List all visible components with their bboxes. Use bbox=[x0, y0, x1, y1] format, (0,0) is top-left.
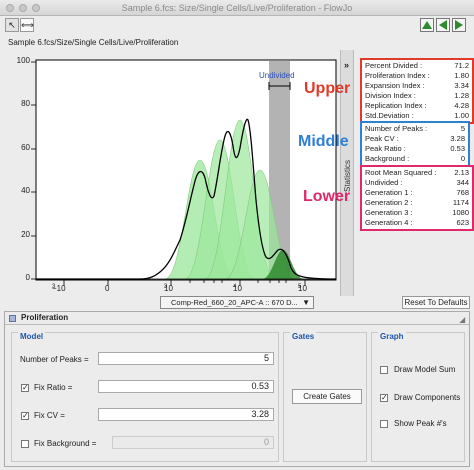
window-titlebar: Sample 6.fcs: Size/Single Cells/Live/Pro… bbox=[0, 0, 474, 16]
draw-model-sum-label: Draw Model Sum bbox=[394, 365, 456, 374]
stat-row: Replication Index :4.28 bbox=[365, 101, 469, 110]
proliferation-panel: Proliferation ◢ Model Number of Peaks = … bbox=[4, 311, 470, 467]
upper-annotation: Upper bbox=[304, 80, 351, 97]
histogram-canvas: Undivided bbox=[31, 59, 337, 286]
navigate-back-button[interactable] bbox=[436, 18, 450, 32]
model-group-title: Model bbox=[18, 332, 46, 341]
draw-model-sum-checkbox[interactable] bbox=[380, 366, 388, 374]
pointer-tool-icon[interactable]: ↖ bbox=[5, 18, 19, 32]
fix-background-label: Fix Background = bbox=[34, 439, 97, 448]
x-tick-label: 10 3 bbox=[164, 284, 173, 293]
resize-handle-icon[interactable]: ◢ bbox=[460, 315, 465, 327]
undivided-gate-label: Undivided bbox=[259, 71, 295, 80]
stat-row: Generation 2 :1174 bbox=[365, 198, 469, 207]
x-tick-label: 0 bbox=[105, 284, 110, 293]
reset-to-defaults-button[interactable]: Reset To Defaults bbox=[402, 296, 470, 309]
right-arrow-icon bbox=[455, 20, 463, 30]
stat-row: Expansion Index :3.34 bbox=[365, 81, 469, 90]
gates-group-title: Gates bbox=[290, 332, 317, 341]
draw-components-checkbox[interactable]: ✓ bbox=[380, 394, 388, 402]
statistics-column: » Statistics Percent Divided :71.2 Proli… bbox=[340, 50, 474, 296]
stat-row: Peak CV :3.28 bbox=[365, 134, 465, 143]
show-peaks-checkbox[interactable] bbox=[380, 420, 388, 428]
x-tick-label: 10 5 bbox=[298, 284, 307, 293]
stat-row: Generation 4 :623 bbox=[365, 218, 469, 227]
parameter-select-value: Comp-Red_660_20_APC-A :: 670 D... bbox=[171, 298, 298, 307]
stats-upper-box: Percent Divided :71.2 Proliferation Inde… bbox=[360, 58, 474, 124]
stat-row: Percent Divided :71.2 bbox=[365, 61, 469, 70]
panel-header: Proliferation ◢ bbox=[5, 312, 469, 325]
collapse-chevron-icon[interactable]: » bbox=[344, 60, 349, 70]
y-tick-label: 80 bbox=[21, 99, 30, 108]
show-peaks-label: Show Peak #'s bbox=[394, 419, 447, 428]
stat-row: Root Mean Squared :2.13 bbox=[365, 168, 469, 177]
fix-background-checkbox[interactable] bbox=[21, 440, 29, 448]
fix-cv-checkbox[interactable]: ✓ bbox=[21, 412, 29, 420]
y-tick-label: 20 bbox=[21, 230, 30, 239]
fix-ratio-input[interactable]: 0.53 bbox=[98, 380, 274, 393]
x-tick-label: −10 3 bbox=[52, 284, 66, 293]
fix-cv-label: Fix CV = bbox=[34, 411, 65, 420]
lower-annotation: Lower bbox=[303, 188, 351, 205]
draw-components-label: Draw Components bbox=[394, 393, 461, 402]
left-arrow-icon bbox=[439, 20, 447, 30]
middle-annotation: Middle bbox=[298, 133, 349, 150]
panel-icon bbox=[9, 315, 16, 322]
stat-row: Proliferation Index :1.80 bbox=[365, 71, 469, 80]
x-tick-label: 10 4 bbox=[233, 284, 242, 293]
stat-row: Generation 1 :768 bbox=[365, 188, 469, 197]
gates-group: Gates Create Gates bbox=[283, 332, 367, 462]
stat-row: Generation 3 :1080 bbox=[365, 208, 469, 217]
stat-row: Division Index :1.28 bbox=[365, 91, 469, 100]
toolbar: ↖ ⟺ bbox=[0, 16, 474, 36]
fix-ratio-checkbox[interactable]: ✓ bbox=[21, 384, 29, 392]
y-tick-label: 60 bbox=[21, 143, 30, 152]
stat-row: Background :0 bbox=[365, 154, 465, 163]
navigate-up-button[interactable] bbox=[420, 18, 434, 32]
stats-lower-box: Root Mean Squared :2.13 Undivided :344 G… bbox=[360, 165, 474, 231]
stat-row: Std.Deviation :1.00 bbox=[365, 111, 469, 120]
histogram-plot[interactable]: Undivided 100 80 60 40 20 0 −10 3 0 10 3 1… bbox=[0, 50, 340, 294]
parameter-select[interactable]: Comp-Red_660_20_APC-A :: 670 D... ▼ bbox=[160, 296, 314, 309]
fix-cv-input[interactable]: 3.28 bbox=[98, 408, 274, 421]
y-tick-label: 40 bbox=[21, 186, 30, 195]
panel-title: Proliferation bbox=[21, 313, 69, 322]
breadcrumb: Sample 6.fcs/Size/Single Cells/Live/Prol… bbox=[8, 38, 179, 47]
y-tick-label: 0 bbox=[25, 273, 30, 282]
graph-group-title: Graph bbox=[378, 332, 406, 341]
stats-middle-box: Number of Peaks :5 Peak CV :3.28 Peak Ra… bbox=[360, 121, 470, 167]
up-arrow-icon bbox=[422, 21, 432, 29]
navigate-forward-button[interactable] bbox=[452, 18, 466, 32]
stat-row: Undivided :344 bbox=[365, 178, 469, 187]
fix-background-input[interactable]: 0 bbox=[112, 436, 274, 449]
y-tick-label: 100 bbox=[16, 56, 30, 65]
window-title: Sample 6.fcs: Size/Single Cells/Live/Pro… bbox=[121, 3, 353, 13]
num-peaks-label: Number of Peaks = bbox=[20, 355, 89, 364]
num-peaks-input[interactable]: 5 bbox=[98, 352, 274, 365]
stat-row: Number of Peaks :5 bbox=[365, 124, 465, 133]
range-gate-tool-icon[interactable]: ⟺ bbox=[20, 18, 34, 32]
create-gates-button[interactable]: Create Gates bbox=[292, 389, 362, 404]
stat-row: Peak Ratio :0.53 bbox=[365, 144, 465, 153]
fix-ratio-label: Fix Ratio = bbox=[34, 383, 73, 392]
chevron-down-icon: ▼ bbox=[302, 298, 310, 307]
y-axis-ticks bbox=[31, 61, 36, 280]
parameter-row: Comp-Red_660_20_APC-A :: 670 D... ▼ Rese… bbox=[0, 296, 474, 310]
graph-group: Graph Draw Model Sum ✓ Draw Components S… bbox=[371, 332, 465, 462]
model-group: Model Number of Peaks = 5 ✓ Fix Ratio = … bbox=[11, 332, 279, 462]
